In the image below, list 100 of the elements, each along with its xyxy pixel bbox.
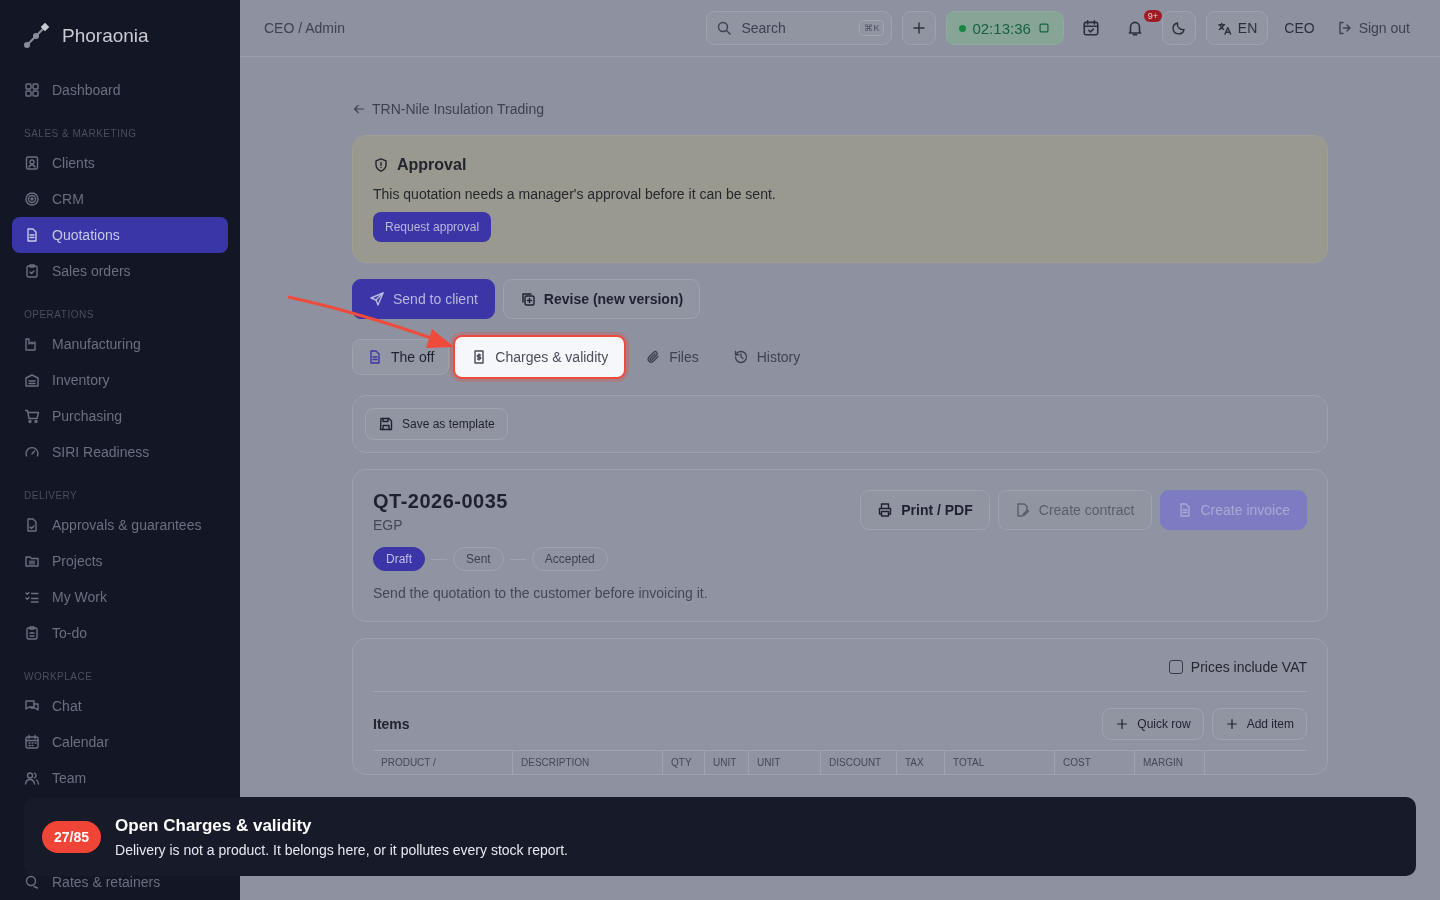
section-heading: WORKPLACE xyxy=(23,670,94,684)
breadcrumb: CEO / Admin xyxy=(264,20,345,36)
currency: EGP xyxy=(373,517,404,533)
section-heading: DELIVERY xyxy=(23,489,79,503)
stop-icon xyxy=(1036,21,1051,35)
vat-label: Prices include VAT xyxy=(1190,659,1307,675)
plus-icon xyxy=(1224,717,1239,731)
sidebar-item[interactable]: To-do xyxy=(12,615,228,651)
arrow-left-icon xyxy=(352,102,366,116)
moon-icon xyxy=(1170,20,1187,36)
translate-icon xyxy=(1216,20,1232,36)
sidebar-item[interactable]: Manufacturing xyxy=(12,326,228,362)
calendar-check-icon xyxy=(1081,19,1100,37)
sidebar-item[interactable]: Approvals & guarantees xyxy=(12,507,228,543)
column-header: DISCOUNT xyxy=(829,757,882,768)
tab[interactable]: Charges & validity xyxy=(453,335,627,379)
user-menu[interactable]: CEO xyxy=(1278,20,1321,36)
notification-badge: 9+ xyxy=(1143,10,1163,22)
chat-icon xyxy=(24,698,40,714)
column-header: TOTAL xyxy=(953,757,985,768)
column-header: TAX xyxy=(905,757,924,768)
tab[interactable]: The off xyxy=(352,339,450,375)
print-button[interactable]: Print / PDF xyxy=(860,490,990,530)
timer-button[interactable]: 02:13:36 xyxy=(946,11,1064,45)
add-button[interactable] xyxy=(902,11,937,45)
checklist-icon xyxy=(24,589,40,605)
send-icon xyxy=(369,291,385,307)
column-header: PRODUCT / xyxy=(381,757,436,768)
tour-message: Delivery is not a product. It belongs here, or it pollutes every stock report. xyxy=(115,841,568,858)
tab[interactable]: History xyxy=(717,339,816,375)
sidebar-item[interactable]: Calendar xyxy=(12,724,228,760)
document-icon xyxy=(24,227,40,243)
items-title: Items xyxy=(373,716,410,732)
language-button[interactable]: EN xyxy=(1205,11,1269,45)
section-heading: SALES & MARKETING xyxy=(23,127,138,141)
column-header: UNIT xyxy=(713,757,737,768)
sign-out-button[interactable]: Sign out xyxy=(1330,20,1416,36)
save-template-button[interactable]: Save as template xyxy=(365,408,508,440)
column-header: QTY xyxy=(671,757,692,768)
folder-icon xyxy=(24,553,40,569)
file-check-icon xyxy=(24,517,40,533)
column-header: DESCRIPTION xyxy=(521,757,590,768)
tour-title: Open Charges & validity xyxy=(115,815,313,836)
vat-checkbox[interactable] xyxy=(1168,660,1183,674)
sidebar-item[interactable]: Sales orders xyxy=(12,253,228,289)
quotation-number: QT-2026-0035 xyxy=(373,490,508,513)
pencil-document-icon xyxy=(1014,502,1031,518)
send-button[interactable]: Send to client xyxy=(352,279,495,319)
approval-title: Approval xyxy=(397,156,467,174)
calendar-icon xyxy=(24,734,40,750)
plus-icon xyxy=(1115,717,1130,731)
sign-out-icon xyxy=(1336,20,1353,36)
warehouse-icon xyxy=(24,372,40,388)
request-approval-button[interactable]: Request approval xyxy=(373,212,492,242)
sidebar-item[interactable]: My Work xyxy=(12,579,228,615)
approval-message: This quotation needs a manager's approval before it can be sent. xyxy=(373,186,777,202)
sidebar-item[interactable]: SIRI Readiness xyxy=(12,434,228,470)
column-header: COST xyxy=(1063,757,1091,768)
brand-name: Phoraonia xyxy=(62,25,149,47)
sidebar-item[interactable]: Quotations xyxy=(12,217,228,253)
tab[interactable]: Files xyxy=(630,339,714,375)
copy-plus-icon xyxy=(519,291,536,307)
clipboard-icon xyxy=(24,625,40,641)
status-hint: Send the quotation to the customer before invoicing it. xyxy=(373,585,709,601)
gauge-icon xyxy=(24,444,40,460)
sidebar-item[interactable]: Clients xyxy=(12,145,228,181)
sidebar-item[interactable]: Inventory xyxy=(12,362,228,398)
shortcut-hint: ⌘K xyxy=(859,20,885,36)
step-counter: 27/85 xyxy=(42,820,102,853)
sidebar-item[interactable]: Dashboard xyxy=(12,72,228,108)
section-heading: OPERATIONS xyxy=(23,308,95,322)
history-icon xyxy=(732,349,749,365)
printer-icon xyxy=(877,502,894,518)
save-icon xyxy=(378,416,394,432)
paperclip-icon xyxy=(645,349,662,365)
sidebar-item[interactable]: Projects xyxy=(12,543,228,579)
search-icon xyxy=(716,20,733,36)
status-dot xyxy=(959,24,967,32)
sidebar-item[interactable]: Purchasing xyxy=(12,398,228,434)
status-step: Draft xyxy=(373,547,425,571)
column-header: MARGIN xyxy=(1143,757,1183,768)
cart-icon xyxy=(24,408,40,424)
clipboard-check-icon xyxy=(24,263,40,279)
contact-card-icon xyxy=(24,155,40,171)
grid-icon xyxy=(24,82,40,98)
sidebar-item[interactable]: Team xyxy=(12,760,228,796)
sidebar-item[interactable]: CRM xyxy=(12,181,228,217)
logo-icon xyxy=(22,22,50,50)
back-link[interactable]: TRN-Nile Insulation Trading xyxy=(352,101,544,117)
theme-button[interactable] xyxy=(1161,11,1196,45)
people-icon xyxy=(24,770,40,786)
add-item-button[interactable]: Add item xyxy=(1211,708,1307,740)
revise-button[interactable]: Revise (new version) xyxy=(502,279,701,319)
shield-icon xyxy=(373,157,389,173)
sidebar-item[interactable]: Chat xyxy=(12,688,228,724)
plus-icon xyxy=(911,20,928,36)
document-icon xyxy=(367,349,383,365)
quick-row-button[interactable]: Quick row xyxy=(1102,708,1204,740)
sidebar-item[interactable]: Rates & retainers xyxy=(12,864,228,900)
column-header: UNIT xyxy=(757,757,781,768)
